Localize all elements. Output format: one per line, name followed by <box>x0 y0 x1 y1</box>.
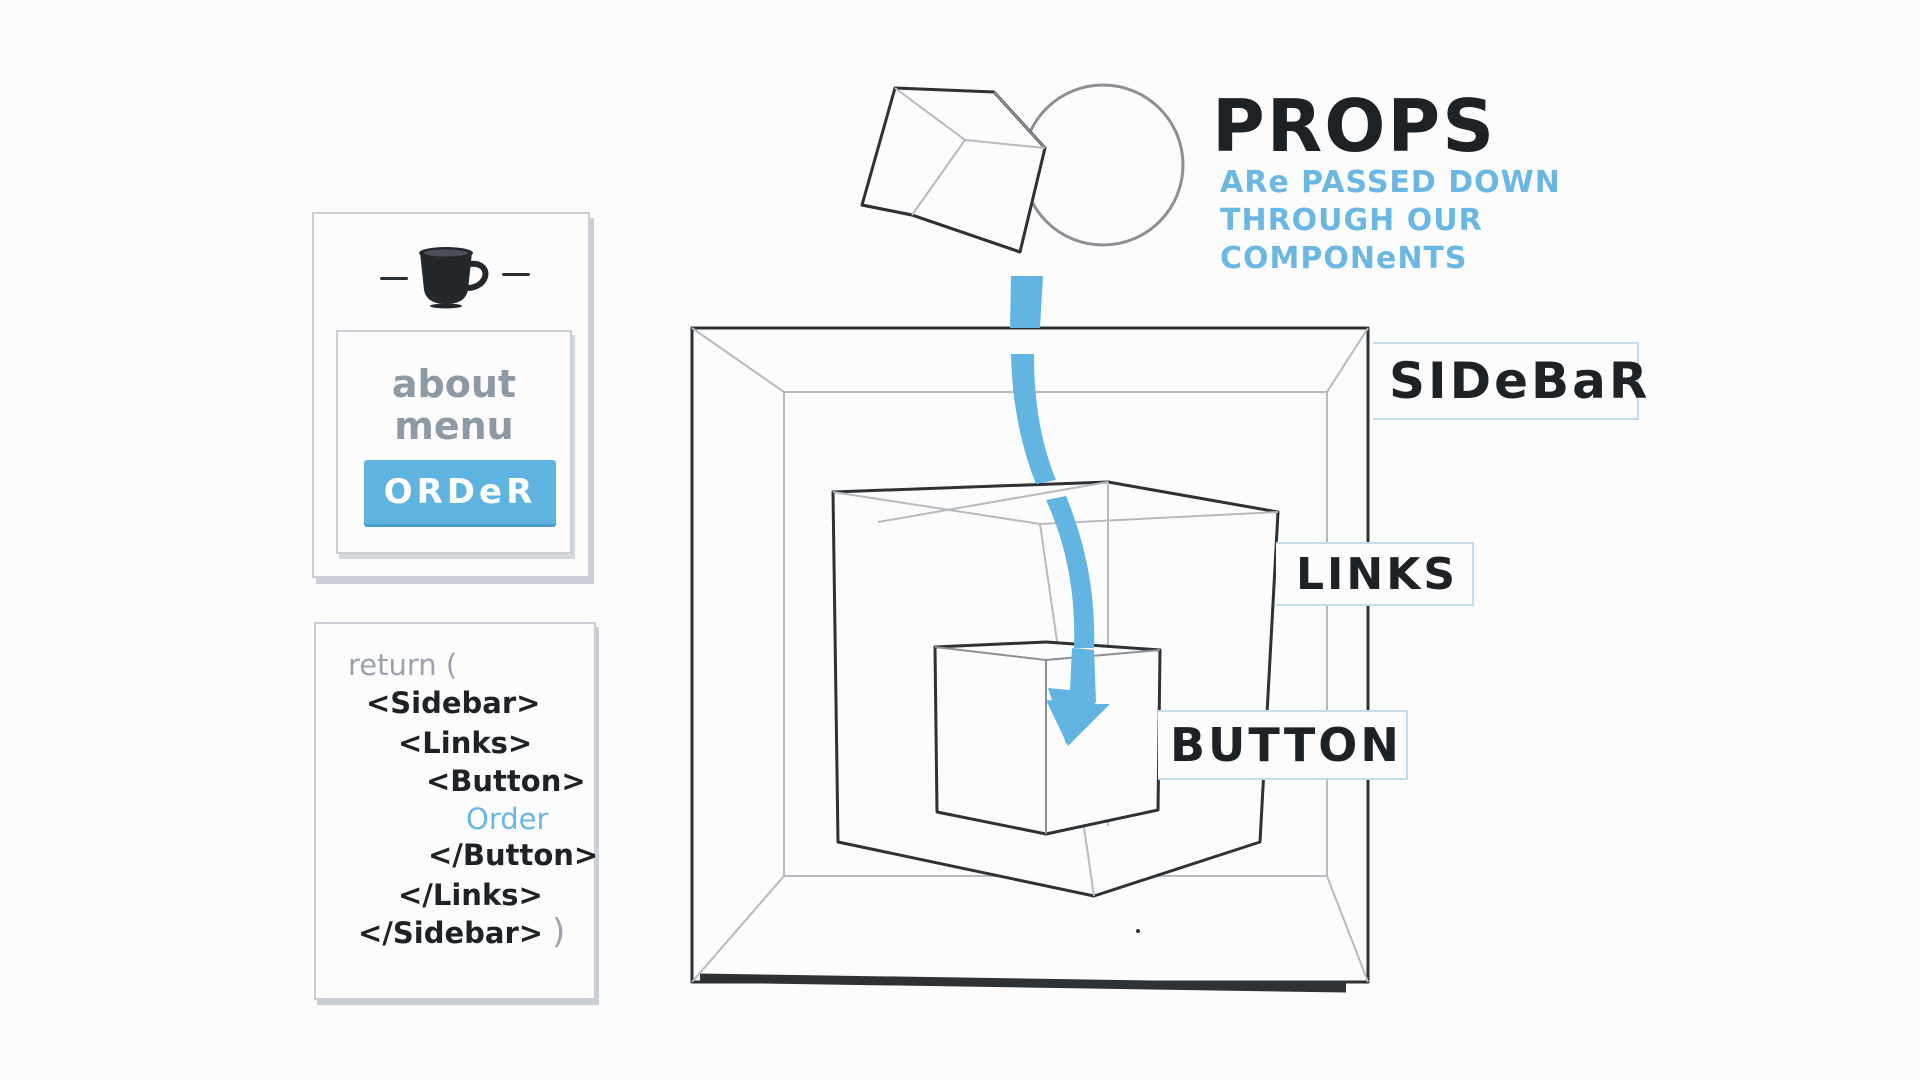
dot-mark <box>1136 929 1140 933</box>
coffee-cup-icon <box>419 247 489 309</box>
props-subtitle: ARe PASSED DOWN THROUGH OUR COMPONeNTS <box>1220 164 1580 278</box>
cube-shape <box>860 86 1047 254</box>
subtitle-line: THROUGH OUR <box>1220 203 1483 238</box>
nested-components-diagram <box>690 83 1370 993</box>
divider-line <box>380 277 408 280</box>
button-label: BUTTON <box>1158 710 1408 780</box>
button-box <box>933 640 1162 836</box>
about-link[interactable]: about <box>336 364 572 404</box>
subtitle-line: COMPONeNTS <box>1220 241 1468 276</box>
code-line-sidebar-close: </Sidebar> <box>358 916 544 950</box>
code-line-button-close: </Button> <box>428 838 599 872</box>
code-line-close-paren: ) <box>552 912 566 952</box>
menu-link[interactable]: menu <box>336 406 572 446</box>
code-line-button-open: <Button> <box>426 764 586 798</box>
props-title: PROPS <box>1212 84 1497 168</box>
sidebar-label: SIDeBaR <box>1373 342 1647 420</box>
order-button[interactable]: ORDeR <box>364 460 556 524</box>
subtitle-line: ARe PASSED DOWN <box>1220 165 1561 200</box>
code-line-sidebar-open: <Sidebar> <box>366 686 541 720</box>
code-line-links-close: </Links> <box>398 878 543 912</box>
links-label: LINKS <box>1276 542 1474 606</box>
sphere-shape <box>1021 83 1185 247</box>
code-line-links-open: <Links> <box>398 726 533 760</box>
divider-line <box>502 273 530 276</box>
code-line-order: Order <box>466 802 549 836</box>
code-line-return: return ( <box>348 648 458 682</box>
